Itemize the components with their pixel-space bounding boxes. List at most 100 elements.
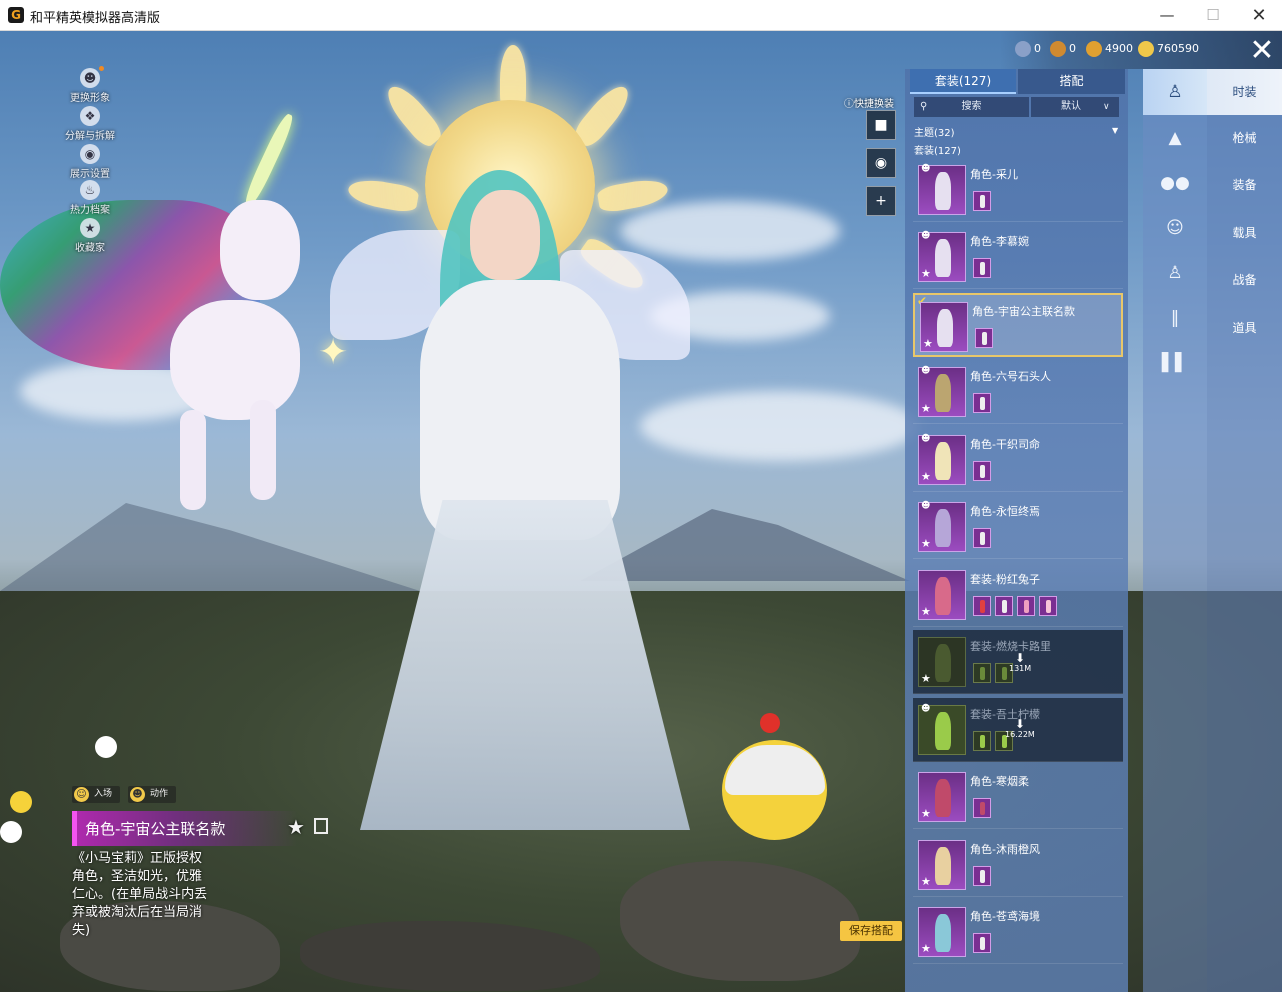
flower xyxy=(10,791,32,813)
person-icon: ☻ xyxy=(921,434,931,444)
pony-head xyxy=(220,200,300,300)
download-icon: ⬇ xyxy=(1014,717,1025,731)
theme-filter[interactable]: 主题(32) xyxy=(914,124,955,139)
outfit-thumbnail: ★ xyxy=(918,840,966,890)
tab-fashion[interactable]: 时装 xyxy=(1207,69,1282,115)
item-part-icon xyxy=(973,933,991,953)
share-icon[interactable] xyxy=(314,818,328,834)
minimize-button[interactable]: — xyxy=(1144,0,1190,31)
list-item[interactable]: ★ 角色-苍鸢海境 xyxy=(913,900,1123,964)
outfit-thumbnail: ★ xyxy=(918,772,966,822)
display-settings-button[interactable]: ◉ 展示设置 xyxy=(55,144,125,180)
close-window-button[interactable]: ✕ xyxy=(1236,0,1282,31)
heat-profile-button[interactable]: ♨ 热力档案 xyxy=(55,180,125,216)
list-item[interactable]: ☻ ★ 角色-干织司命 xyxy=(913,428,1123,492)
flower xyxy=(95,736,117,758)
cloud xyxy=(620,201,840,261)
list-item-downloadable[interactable]: ☻ 套装-吾土柠檬 ⬇ 16.22M xyxy=(913,698,1123,762)
tab-guns[interactable]: 枪械 xyxy=(1207,115,1282,161)
dropdown-arrow-icon[interactable]: ▼ xyxy=(1112,126,1118,135)
maximize-button[interactable]: ☐ xyxy=(1190,0,1236,31)
quick-change-label: ⓘ快捷换装 xyxy=(844,99,894,110)
item-description: 《小马宝莉》正版授权角色，圣洁如光，优雅仁心。(在单局战斗内丢弃或被淘汰后在当局… xyxy=(72,851,208,938)
star-coin-icon xyxy=(1138,41,1154,57)
glasses-icon[interactable]: ●● xyxy=(1143,160,1207,206)
download-indicator[interactable]: ⬇ 131M xyxy=(1009,652,1031,673)
chick-crest xyxy=(760,713,780,733)
item-part-icon xyxy=(973,191,991,211)
list-item-downloadable[interactable]: ★ 套装-燃烧卡路里 ⬇ 131M xyxy=(913,630,1123,694)
list-item[interactable]: ☻ ★ 角色-永恒终焉 xyxy=(913,495,1123,559)
list-item[interactable]: ☻ ★ 角色-六号石头人 xyxy=(913,360,1123,424)
star-icon: ★ xyxy=(921,402,931,415)
cap-icon[interactable]: ▲ xyxy=(1143,115,1207,161)
badge-icon: ★ xyxy=(80,218,100,238)
list-item-selected[interactable]: ✔ ★ 角色-宇宙公主联名款 xyxy=(913,293,1123,357)
tab-battle-gear[interactable]: 战备 xyxy=(1207,257,1282,303)
quick-helmet-button[interactable]: ◉ xyxy=(866,148,896,178)
tab-matching[interactable]: 搭配 xyxy=(1018,69,1125,94)
download-icon: ⬇ xyxy=(1015,651,1026,665)
outfit-icon[interactable]: ♙ xyxy=(1143,250,1207,296)
decompose-button[interactable]: ❖ 分解与拆解 xyxy=(55,106,125,142)
tab-vehicles[interactable]: 载具 xyxy=(1207,210,1282,256)
silver-coin-icon xyxy=(1015,41,1031,57)
selected-item-name: 角色-宇宙公主联名款 xyxy=(85,820,226,838)
puzzle-icon: ❖ xyxy=(80,106,100,126)
app-window: G 和平精英模拟器高清版 — ☐ ✕ ✦ ☻ 更换形象 ❖ 分解与拆解 ◉ 展示… xyxy=(0,0,1282,992)
list-item[interactable]: ★ 角色-沐雨橙风 xyxy=(913,833,1123,897)
close-icon[interactable]: ✕ xyxy=(1245,36,1279,68)
save-button[interactable]: 保存搭配 xyxy=(840,921,902,941)
shoes-icon[interactable]: ▌▌ xyxy=(1143,340,1207,386)
outfit-thumbnail: ☻ xyxy=(918,164,966,215)
change-appearance-button[interactable]: ☻ 更换形象 xyxy=(55,66,125,104)
figure-icon[interactable]: ♙ xyxy=(1143,69,1207,115)
currency-4: 760590 xyxy=(1138,41,1199,57)
pants-icon[interactable]: ‖ xyxy=(1143,295,1207,341)
list-item[interactable]: ☻ 角色-采儿 xyxy=(913,158,1123,222)
outfit-count-label: 套装(127) xyxy=(914,146,961,157)
smile-icon: ☺ xyxy=(74,787,89,802)
outfit-thumbnail: ☻ ★ xyxy=(918,231,966,282)
list-item[interactable]: ☻ ★ 角色-李慕婉 xyxy=(913,225,1123,289)
item-part-icon xyxy=(973,596,991,616)
character-head xyxy=(470,190,540,280)
quick-outfit-button[interactable]: ■ xyxy=(866,110,896,140)
item-part-icon xyxy=(1039,596,1057,616)
person-icon: ☻ xyxy=(921,501,931,511)
star-icon: ★ xyxy=(921,470,931,483)
favorite-star-icon[interactable]: ★ xyxy=(287,815,305,839)
item-part-icon xyxy=(973,528,991,548)
person-icon: ☻ xyxy=(921,231,931,241)
outfit-thumbnail: ☻ ★ xyxy=(918,434,966,485)
outfit-thumbnail: ☻ xyxy=(918,704,966,755)
tab-items[interactable]: 道具 xyxy=(1207,305,1282,351)
download-indicator[interactable]: ⬇ 16.22M xyxy=(1005,718,1035,739)
entry-animation-tag[interactable]: ☺ 入场 xyxy=(72,786,121,803)
title-bar: G 和平精英模拟器高清版 — ☐ ✕ xyxy=(0,0,1282,31)
eye-icon: ◉ xyxy=(80,144,100,164)
list-item[interactable]: ★ 角色-寒烟柔 xyxy=(913,765,1123,829)
search-icon: ⚲ xyxy=(920,101,928,112)
outfit-thumbnail: ★ xyxy=(918,570,966,620)
sort-dropdown[interactable]: 默认 ∨ xyxy=(1031,97,1119,117)
star-icon: ★ xyxy=(921,807,931,820)
gold-coin-icon xyxy=(1086,41,1102,57)
sparkle-star: ✦ xyxy=(318,332,349,373)
tab-outfits[interactable]: 套装(127) xyxy=(910,69,1016,94)
currency-3: 4900 xyxy=(1086,41,1133,57)
star-icon: ★ xyxy=(921,605,931,618)
star-icon: ★ xyxy=(921,942,931,955)
star-icon: ★ xyxy=(921,267,931,280)
action-tag[interactable]: ☻ 动作 xyxy=(128,786,177,803)
flame-icon: ♨ xyxy=(80,180,100,200)
tab-equipment[interactable]: 装备 xyxy=(1207,162,1282,208)
person-icon: ☻ xyxy=(921,366,931,376)
item-part-icon xyxy=(973,663,991,683)
item-part-icon xyxy=(973,731,991,751)
mask-icon[interactable]: ☺ xyxy=(1143,205,1207,251)
list-item[interactable]: ★ 套装-粉红兔子 xyxy=(913,563,1123,627)
search-input[interactable]: ⚲ 搜索 xyxy=(914,97,1029,117)
quick-add-button[interactable]: + xyxy=(866,186,896,216)
collector-button[interactable]: ★ 收藏家 xyxy=(55,218,125,254)
